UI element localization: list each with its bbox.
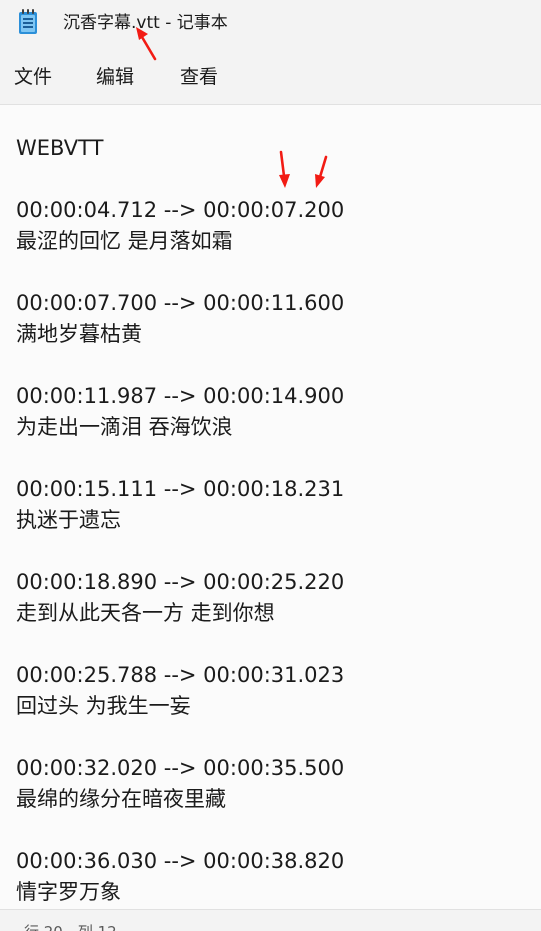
title-bar[interactable]: 沉香字幕.vtt - 记事本: [0, 0, 541, 46]
window-title: 沉香字幕.vtt - 记事本: [63, 13, 228, 33]
text-line: 情字罗万象: [16, 880, 121, 904]
menu-edit[interactable]: 编辑: [96, 64, 134, 90]
menu-file[interactable]: 文件: [14, 64, 52, 90]
text-line: 最绵的缘分在暗夜里藏: [16, 787, 226, 811]
text-line: 00:00:36.030 --> 00:00:38.820: [16, 849, 345, 873]
notepad-window: 沉香字幕.vtt - 记事本 文件 编辑 查看 WEBVTT 00:00:04.…: [0, 0, 541, 931]
menu-bar: 文件 编辑 查看: [0, 46, 541, 104]
text-line: 00:00:15.111 --> 00:00:18.231: [16, 477, 345, 501]
text-line: 00:00:07.700 --> 00:00:11.600: [16, 291, 345, 315]
text-line: 00:00:11.987 --> 00:00:14.900: [16, 384, 345, 408]
text-line: 00:00:32.020 --> 00:00:35.500: [16, 756, 345, 780]
text-line: 执迷于遗忘: [16, 508, 121, 532]
editor-content[interactable]: WEBVTT 00:00:04.712 --> 00:00:07.200 最涩的回…: [16, 133, 344, 908]
status-bar: 行 20，列 12: [0, 909, 541, 931]
text-line: WEBVTT: [16, 136, 104, 160]
text-line: 00:00:18.890 --> 00:00:25.220: [16, 570, 345, 594]
text-editor[interactable]: WEBVTT 00:00:04.712 --> 00:00:07.200 最涩的回…: [0, 105, 541, 909]
cursor-position: 行 20，列 12: [24, 923, 117, 931]
text-line: 满地岁暮枯黄: [16, 322, 142, 346]
text-line: 为走出一滴泪 吞海饮浪: [16, 415, 233, 439]
notepad-icon: [19, 9, 37, 34]
text-line: 回过头 为我生一妄: [16, 694, 191, 718]
menu-view[interactable]: 查看: [180, 64, 218, 90]
text-line: 00:00:04.712 --> 00:00:07.200: [16, 198, 345, 222]
text-line: 00:00:25.788 --> 00:00:31.023: [16, 663, 345, 687]
text-line: 走到从此天各一方 走到你想: [16, 601, 275, 625]
text-line: 最涩的回忆 是月落如霜: [16, 229, 233, 253]
